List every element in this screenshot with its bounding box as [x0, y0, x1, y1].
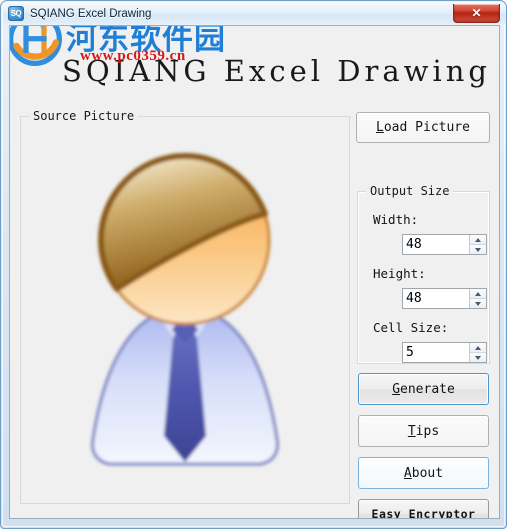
- generate-accel: G: [392, 381, 401, 397]
- width-spinner[interactable]: 48: [402, 234, 487, 255]
- output-size-group: Output Size Width: 48 Height: 48 Cell Si…: [357, 184, 490, 364]
- avatar: [60, 140, 310, 480]
- chevron-up-icon: [475, 291, 481, 296]
- chevron-down-icon: [475, 247, 481, 252]
- height-spin-down-button[interactable]: [470, 298, 486, 308]
- width-input[interactable]: 48: [403, 235, 469, 254]
- chevron-up-icon: [475, 237, 481, 242]
- cell-size-spin-buttons[interactable]: [469, 343, 486, 362]
- controls-panel: Load Picture Output Size Width: 48 Heigh…: [356, 109, 490, 518]
- client-area: SQIANG Excel Drawing 河东软件园 www.pc0359.cn…: [9, 25, 500, 519]
- generate-label: enerate: [400, 381, 455, 397]
- height-spin-buttons[interactable]: [469, 289, 486, 308]
- source-picture-canvas[interactable]: [21, 117, 349, 503]
- width-spin-down-button[interactable]: [470, 244, 486, 254]
- height-spin-up-button[interactable]: [470, 289, 486, 298]
- width-label: Width:: [373, 212, 419, 227]
- height-spinner[interactable]: 48: [402, 288, 487, 309]
- close-button[interactable]: ✕: [453, 4, 500, 23]
- watermark-logo-icon: [10, 26, 62, 66]
- application-window: SQ SQIANG Excel Drawing ✕ SQIANG Excel D…: [0, 0, 507, 529]
- chevron-down-icon: [475, 355, 481, 360]
- user-avatar-icon: [91, 153, 279, 466]
- height-input[interactable]: 48: [403, 289, 469, 308]
- cell-size-spin-up-button[interactable]: [470, 343, 486, 352]
- chevron-up-icon: [475, 345, 481, 350]
- tips-button[interactable]: Tips: [358, 415, 489, 447]
- width-spin-up-button[interactable]: [470, 235, 486, 244]
- close-icon: ✕: [471, 6, 482, 20]
- source-picture-label: Source Picture: [29, 109, 139, 123]
- about-accel: A: [403, 465, 412, 481]
- height-label: Height:: [373, 266, 426, 281]
- title-bar: SQ SQIANG Excel Drawing ✕: [3, 3, 506, 24]
- easy-encryptor-label: Easy Encryptor: [371, 507, 476, 519]
- about-label: bout: [411, 465, 444, 481]
- window-title: SQIANG Excel Drawing: [30, 7, 152, 20]
- cell-size-spin-down-button[interactable]: [470, 352, 486, 362]
- cell-size-spinner[interactable]: 5: [402, 342, 487, 363]
- page-title: SQIANG Excel Drawing: [62, 54, 491, 88]
- about-button[interactable]: About: [358, 457, 489, 489]
- cell-size-label: Cell Size:: [373, 320, 449, 335]
- load-picture-button[interactable]: Load Picture: [356, 112, 490, 143]
- load-picture-accel: L: [376, 120, 384, 135]
- output-size-label: Output Size: [366, 184, 454, 198]
- cell-size-input[interactable]: 5: [403, 343, 469, 362]
- source-picture-group: Source Picture: [20, 109, 350, 504]
- width-spin-buttons[interactable]: [469, 235, 486, 254]
- easy-encryptor-button[interactable]: Easy Encryptor: [358, 499, 489, 519]
- generate-button[interactable]: Generate: [358, 373, 489, 405]
- app-icon-sq: SQ: [8, 6, 24, 21]
- load-picture-label: oad Picture: [383, 120, 470, 135]
- tips-label: ips: [415, 423, 440, 439]
- chevron-down-icon: [475, 301, 481, 306]
- tips-accel: T: [407, 423, 416, 439]
